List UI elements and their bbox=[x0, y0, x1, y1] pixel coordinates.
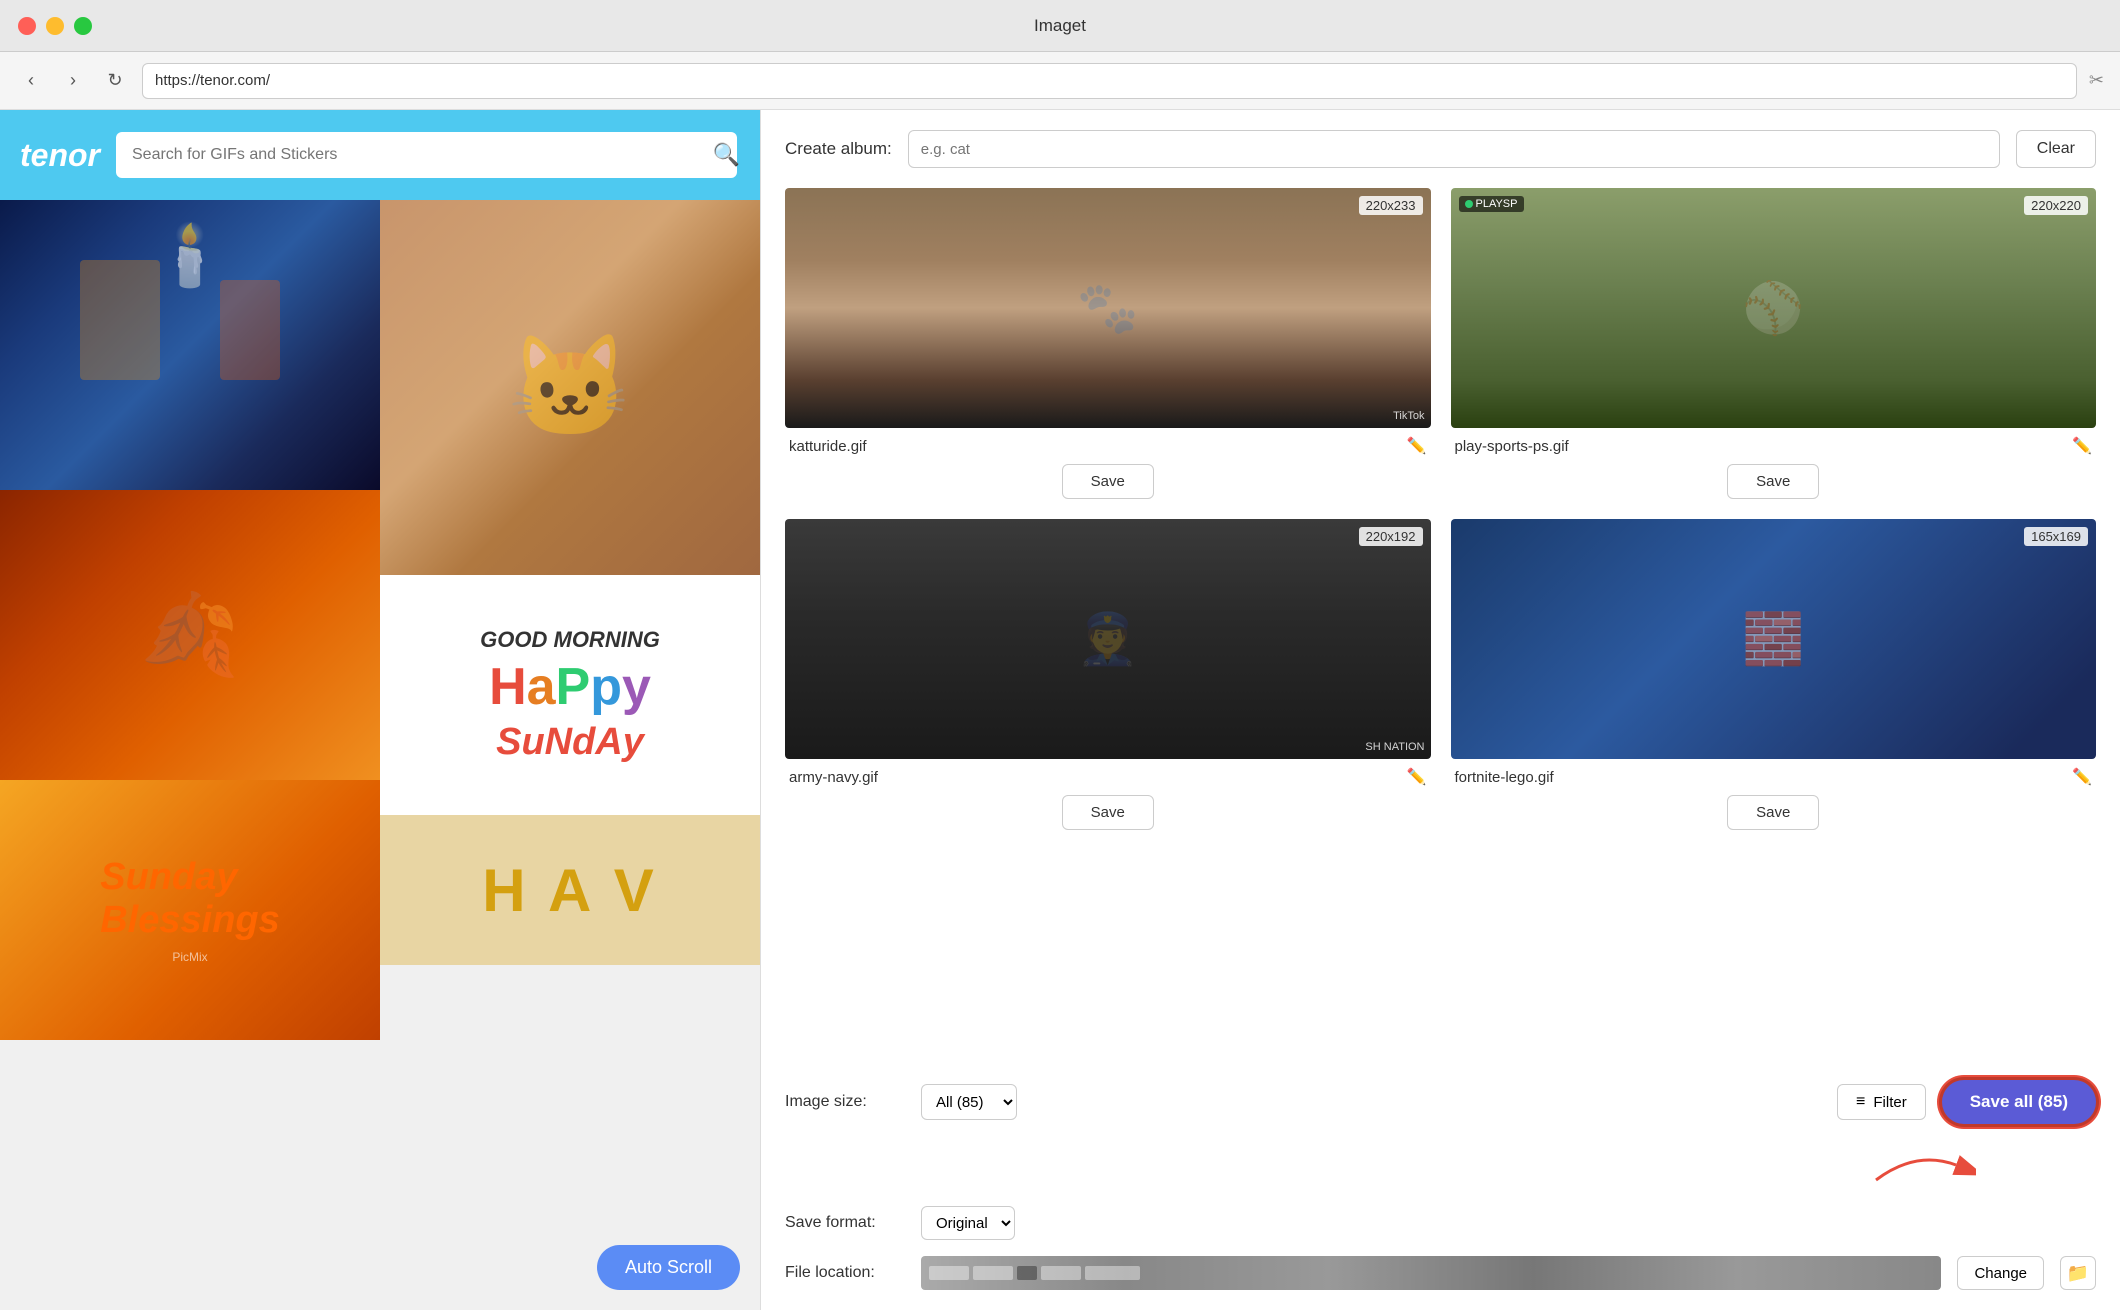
edit-icon-3[interactable]: ✏️ bbox=[1407, 767, 1427, 787]
save-button-4[interactable]: Save bbox=[1727, 795, 1819, 830]
loc-segment-3 bbox=[1017, 1266, 1037, 1280]
playsp-dot bbox=[1465, 200, 1473, 208]
save-button-3[interactable]: Save bbox=[1062, 795, 1154, 830]
image-size-select[interactable]: All (85) Small Medium Large bbox=[921, 1084, 1017, 1120]
file-location-bar bbox=[921, 1256, 1941, 1290]
edit-icon-4[interactable]: ✏️ bbox=[2072, 767, 2092, 787]
tenor-search-button[interactable]: 🔍 bbox=[713, 142, 740, 168]
filter-icon: ≡ bbox=[1856, 1093, 1865, 1111]
playsp-badge: PLAYSP bbox=[1459, 196, 1524, 212]
hav-text: H A V bbox=[482, 856, 658, 925]
image-size-label: Image size: bbox=[785, 1093, 905, 1111]
save-format-select[interactable]: Original GIF MP4 bbox=[921, 1206, 1015, 1240]
tenor-logo: tenor bbox=[20, 137, 100, 174]
main-layout: tenor 🔍 🕯️ 🍂 bbox=[0, 110, 2120, 1310]
image-name-row-2: play-sports-ps.gif ✏️ bbox=[1451, 436, 2097, 456]
tenor-search-input[interactable] bbox=[116, 132, 737, 178]
good-morning-text: GOOD MORNING bbox=[480, 627, 660, 653]
loc-segment-2 bbox=[973, 1266, 1013, 1280]
filter-label: Filter bbox=[1873, 1094, 1906, 1111]
album-label: Create album: bbox=[785, 139, 892, 159]
tiktok-watermark: TikTok bbox=[1393, 410, 1424, 422]
browser-toolbar: ‹ › ↻ ✂ bbox=[0, 52, 2120, 110]
change-button[interactable]: Change bbox=[1957, 1256, 2044, 1290]
save-all-button[interactable]: Save all (85) bbox=[1942, 1080, 2096, 1124]
image-card-3: 👮 220x192 SH NATION army-navy.gif ✏️ Sav… bbox=[785, 519, 1431, 830]
arrow-annotation bbox=[785, 1140, 2096, 1190]
minimize-button[interactable] bbox=[46, 17, 64, 35]
thumb-fortnite[interactable]: 🧱 165x169 bbox=[1451, 519, 2097, 759]
picmix-label: PicMix bbox=[172, 950, 207, 964]
gif-hapy[interactable]: H A V bbox=[380, 815, 760, 965]
image-card-4: 🧱 165x169 fortnite-lego.gif ✏️ Save bbox=[1451, 519, 2097, 830]
loc-segment-4 bbox=[1041, 1266, 1081, 1280]
thumb-army[interactable]: 👮 220x192 SH NATION bbox=[785, 519, 1431, 759]
gif-column-2: 🐱 GOOD MORNING HaPpy SuNdAy H A V bbox=[380, 200, 760, 1310]
gif-column-1: 🕯️ 🍂 SundayBlessings PicMix bbox=[0, 200, 380, 1310]
clear-button[interactable]: Clear bbox=[2016, 130, 2096, 168]
album-input[interactable] bbox=[908, 130, 2000, 168]
folder-button[interactable]: 📁 bbox=[2060, 1256, 2096, 1290]
save-format-row: Save format: Original GIF MP4 bbox=[785, 1206, 2096, 1240]
image-name-4: fortnite-lego.gif bbox=[1455, 769, 1554, 786]
album-row: Create album: Clear bbox=[785, 130, 2096, 168]
image-name-1: katturide.gif bbox=[789, 438, 867, 455]
gif-goodmorning[interactable]: GOOD MORNING HaPpy SuNdAy bbox=[380, 575, 760, 815]
image-name-3: army-navy.gif bbox=[789, 769, 878, 786]
folder-icon: 📁 bbox=[2067, 1263, 2089, 1284]
save-button-1[interactable]: Save bbox=[1062, 464, 1154, 499]
back-button[interactable]: ‹ bbox=[16, 66, 46, 96]
dim-badge-2: 220x220 bbox=[2024, 196, 2088, 215]
image-card-1: 🐾 220x233 TikTok katturide.gif ✏️ Save bbox=[785, 188, 1431, 499]
edit-icon-1[interactable]: ✏️ bbox=[1407, 436, 1427, 456]
image-name-row-4: fortnite-lego.gif ✏️ bbox=[1451, 767, 2097, 787]
file-location-row: File location: Change 📁 bbox=[785, 1256, 2096, 1290]
image-name-2: play-sports-ps.gif bbox=[1455, 438, 1569, 455]
image-grid: 🐾 220x233 TikTok katturide.gif ✏️ Save ⚾ bbox=[785, 188, 2096, 830]
gif-christmas[interactable]: 🕯️ bbox=[0, 200, 380, 490]
happy-text: HaPpy bbox=[489, 657, 651, 717]
dim-badge-3: 220x192 bbox=[1359, 527, 1423, 546]
bottom-controls: Image size: All (85) Small Medium Large … bbox=[785, 1080, 2096, 1290]
gif-sunday[interactable]: SundayBlessings PicMix bbox=[0, 780, 380, 1040]
image-card-2: ⚾ 220x220 PLAYSP play-sports-ps.gif ✏️ S… bbox=[1451, 188, 2097, 499]
maximize-button[interactable] bbox=[74, 17, 92, 35]
sh-nation-watermark: SH NATION bbox=[1365, 741, 1424, 753]
right-panel: Create album: Clear 🐾 220x233 TikTok kat… bbox=[760, 110, 2120, 1310]
image-name-row-1: katturide.gif ✏️ bbox=[785, 436, 1431, 456]
sunday-blessings-text: SundayBlessings bbox=[100, 856, 280, 942]
save-button-2[interactable]: Save bbox=[1727, 464, 1819, 499]
thumb-katturide[interactable]: 🐾 220x233 TikTok bbox=[785, 188, 1431, 428]
gif-autumn[interactable]: 🍂 bbox=[0, 490, 380, 780]
loc-segment-1 bbox=[929, 1266, 969, 1280]
playsp-text: PLAYSP bbox=[1476, 198, 1518, 210]
gif-grid: 🕯️ 🍂 SundayBlessings PicMix bbox=[0, 200, 760, 1310]
refresh-button[interactable]: ↻ bbox=[100, 66, 130, 96]
save-format-label: Save format: bbox=[785, 1214, 905, 1232]
traffic-lights bbox=[18, 17, 92, 35]
browser-panel: tenor 🔍 🕯️ 🍂 bbox=[0, 110, 760, 1310]
edit-icon-2[interactable]: ✏️ bbox=[2072, 436, 2092, 456]
thumb-sports[interactable]: ⚾ 220x220 PLAYSP bbox=[1451, 188, 2097, 428]
gif-cat[interactable]: 🐱 bbox=[380, 200, 760, 575]
image-name-row-3: army-navy.gif ✏️ bbox=[785, 767, 1431, 787]
dim-badge-1: 220x233 bbox=[1359, 196, 1423, 215]
close-button[interactable] bbox=[18, 17, 36, 35]
loc-segment-5 bbox=[1085, 1266, 1140, 1280]
title-bar: Imaget bbox=[0, 0, 2120, 52]
image-size-row: Image size: All (85) Small Medium Large … bbox=[785, 1080, 2096, 1124]
dim-badge-4: 165x169 bbox=[2024, 527, 2088, 546]
sunday-text: SuNdAy bbox=[496, 721, 644, 764]
filter-button[interactable]: ≡ Filter bbox=[1837, 1084, 1926, 1120]
window-title: Imaget bbox=[1034, 16, 1086, 36]
auto-scroll-button[interactable]: Auto Scroll bbox=[597, 1245, 740, 1290]
red-arrow-svg bbox=[1856, 1140, 1976, 1190]
tenor-header: tenor 🔍 bbox=[0, 110, 760, 200]
forward-button[interactable]: › bbox=[58, 66, 88, 96]
file-location-label: File location: bbox=[785, 1264, 905, 1282]
address-bar[interactable] bbox=[142, 63, 2077, 99]
bookmark-icon[interactable]: ✂ bbox=[2089, 70, 2104, 91]
